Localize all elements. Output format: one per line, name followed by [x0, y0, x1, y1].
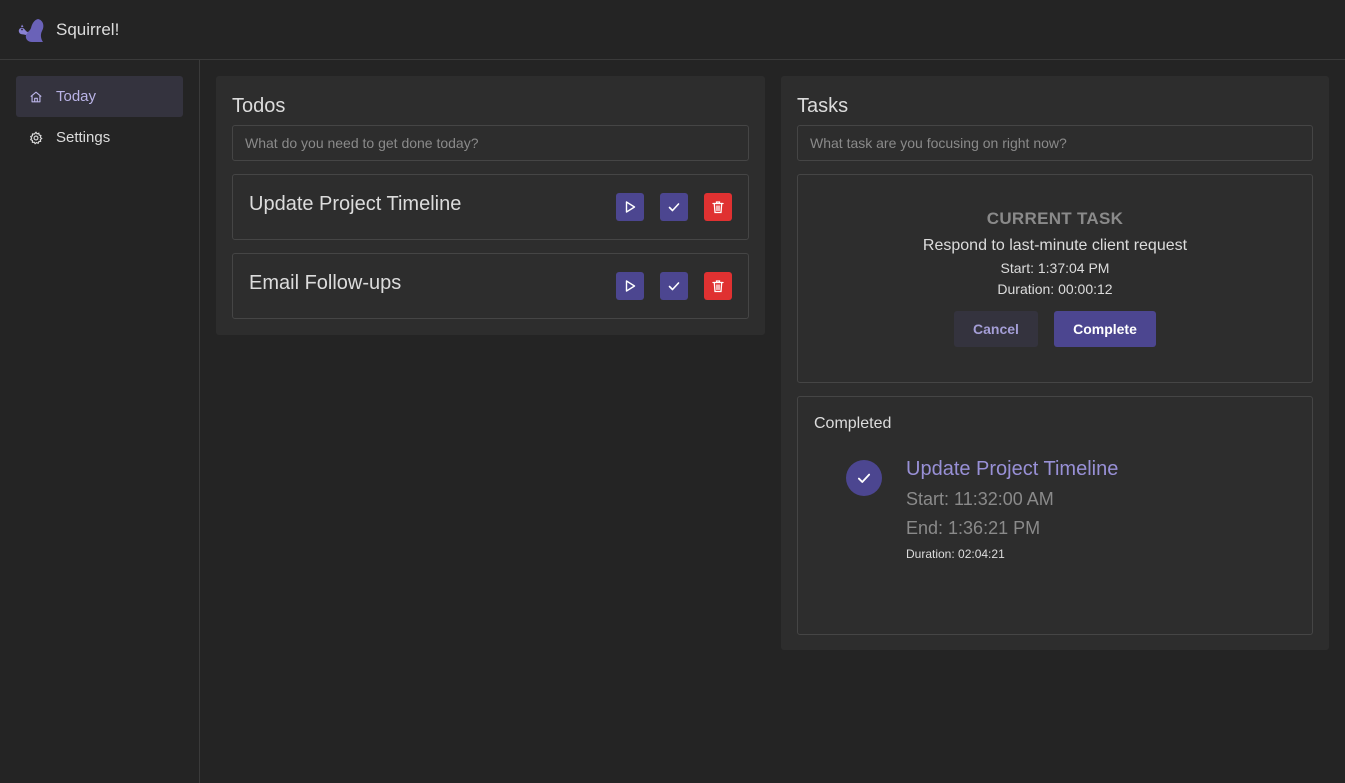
- todo-actions: [600, 272, 732, 300]
- play-icon: [625, 280, 636, 292]
- completed-heading: Completed: [814, 415, 892, 432]
- sidebar-item-label: Today: [56, 88, 97, 105]
- todo-item: Update Project Timeline: [232, 174, 749, 240]
- home-icon: [28, 89, 44, 105]
- current-task-actions: Cancel Complete: [798, 311, 1312, 347]
- current-task-start: Start: 1:37:04 PM: [1000, 260, 1110, 276]
- play-icon: [625, 201, 636, 213]
- trash-icon: [712, 201, 724, 214]
- todo-title: Email Follow-ups: [249, 271, 402, 294]
- completed-title: Update Project Timeline: [906, 458, 1119, 480]
- task-input[interactable]: [797, 125, 1313, 161]
- tasks-panel: Tasks CURRENT TASK Respond to last-minut…: [781, 76, 1329, 650]
- completed-start: Start: 11:32:00 AM: [906, 489, 1054, 509]
- trash-icon: [712, 280, 724, 293]
- tasks-title: Tasks: [797, 95, 849, 117]
- squirrel-icon[interactable]: [16, 15, 46, 45]
- current-task-heading: CURRENT TASK: [986, 209, 1124, 228]
- todos-panel: Todos Update Project Timeline Email Foll…: [216, 76, 765, 335]
- completed-card: Completed Update Project Timeline Start:…: [797, 396, 1313, 635]
- complete-button[interactable]: Complete: [1054, 311, 1156, 347]
- completed-duration: Duration: 02:04:21: [906, 547, 1005, 561]
- completed-item: Update Project Timeline Start: 11:32:00 …: [814, 458, 1296, 561]
- start-button[interactable]: [616, 272, 644, 300]
- start-button[interactable]: [616, 193, 644, 221]
- sidebar-item-label: Settings: [56, 129, 111, 146]
- sidebar: Today Settings: [0, 60, 200, 783]
- check-icon: [668, 282, 680, 291]
- completed-info: Update Project Timeline Start: 11:32:00 …: [906, 458, 1119, 561]
- sidebar-item-settings[interactable]: Settings: [16, 117, 183, 158]
- current-task-card: CURRENT TASK Respond to last-minute clie…: [797, 174, 1313, 383]
- check-icon: [668, 203, 680, 212]
- current-task-duration: Duration: 00:00:12: [997, 281, 1113, 297]
- check-circle-icon: [846, 460, 882, 496]
- sidebar-item-today[interactable]: Today: [16, 76, 183, 117]
- delete-button[interactable]: [704, 272, 732, 300]
- completed-end: End: 1:36:21 PM: [906, 518, 1041, 538]
- done-button[interactable]: [660, 193, 688, 221]
- todo-title: Update Project Timeline: [249, 192, 462, 215]
- current-task-name: Respond to last-minute client request: [922, 237, 1188, 254]
- todo-actions: [600, 193, 732, 221]
- done-button[interactable]: [660, 272, 688, 300]
- todos-title: Todos: [232, 95, 286, 117]
- app-title: Squirrel!: [56, 19, 120, 39]
- cancel-button[interactable]: Cancel: [954, 311, 1038, 347]
- delete-button[interactable]: [704, 193, 732, 221]
- gear-icon: [28, 130, 44, 146]
- todo-input[interactable]: [232, 125, 749, 161]
- todo-item: Email Follow-ups: [232, 253, 749, 319]
- app-header: Squirrel!: [0, 0, 1345, 60]
